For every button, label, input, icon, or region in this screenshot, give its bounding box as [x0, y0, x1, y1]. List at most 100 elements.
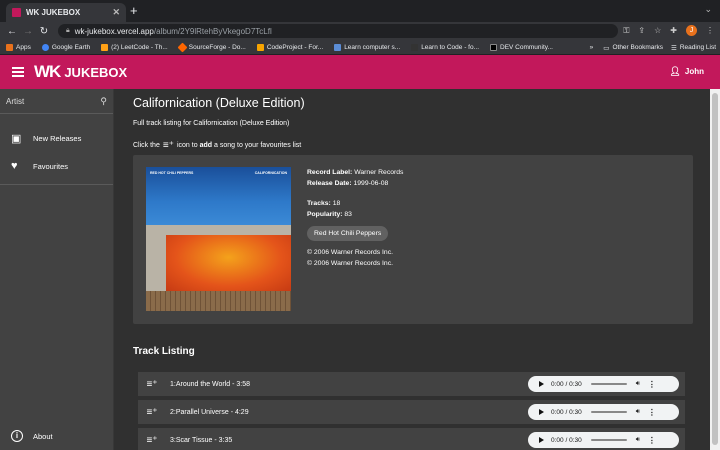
user-icon: 👤︎: [669, 66, 681, 76]
page-scrollbar[interactable]: [710, 89, 720, 450]
album-card: RED HOT CHILI PEPPERS CALIFORNICATION Re…: [133, 155, 693, 324]
bookmark-label: DEV Community...: [500, 43, 553, 51]
volume-icon[interactable]: 🔊︎: [636, 436, 640, 444]
release-date-key: Release Date:: [307, 180, 352, 187]
url-host: wk-jukebox.vercel.app: [74, 26, 154, 36]
app-bar: WK JUKEBOX 👤︎ John: [0, 55, 720, 89]
bookmark-star-icon[interactable]: ☆: [654, 26, 661, 35]
audio-player[interactable]: 0:00 / 0:30 🔊︎ ⋮: [528, 376, 679, 392]
record-label-value: Warner Records: [354, 169, 404, 176]
sidebar-item-favourites[interactable]: ♥ Favourites: [0, 152, 113, 180]
bookmarks-bar: Apps Google Earth (2) LeetCode - Th... S…: [0, 40, 720, 55]
new-tab-button[interactable]: +: [130, 3, 138, 18]
copyright-line: © 2006 Warner Records Inc.: [307, 260, 393, 267]
more-options-icon[interactable]: ⋮: [648, 380, 656, 389]
bookmark-label: Google Earth: [51, 43, 91, 51]
sidebar-item-label: About: [33, 431, 53, 441]
reading-list[interactable]: Reading List: [680, 44, 716, 51]
page-title: Californication (Deluxe Edition): [133, 96, 305, 110]
bookmark-label: Learn to Code - fo...: [421, 43, 479, 51]
artist-search[interactable]: Artist ⚲: [0, 89, 113, 114]
bookmark-dev[interactable]: DEV Community...: [490, 43, 553, 51]
bookmark-learn-cs[interactable]: Learn computer s...: [334, 43, 400, 51]
menu-icon[interactable]: [12, 65, 24, 79]
artist-search-label: Artist: [6, 96, 25, 106]
bookmark-leetcode[interactable]: (2) LeetCode - Th...: [101, 43, 168, 51]
sidebar-item-label: Favourites: [33, 161, 69, 171]
volume-icon[interactable]: 🔊︎: [636, 380, 640, 388]
cover-band-text: RED HOT CHILI PEPPERS: [150, 171, 194, 175]
track-name: 3:Scar Tissue - 3:35: [170, 436, 233, 444]
bookmark-sourceforge[interactable]: SourceForge - Do...: [177, 42, 246, 52]
search-icon[interactable]: ⚲: [100, 96, 107, 107]
other-bookmarks[interactable]: Other Bookmarks: [612, 44, 663, 51]
grid-icon: [334, 43, 342, 51]
track-listing-heading: Track Listing: [133, 346, 195, 357]
popularity-value: 83: [344, 211, 352, 218]
sidebar-divider: [0, 184, 113, 185]
address-bar[interactable]: 🔒︎ wk-jukebox.vercel.app /album/2Y9lRteh…: [58, 24, 618, 38]
playlist-add-icon[interactable]: ≡⁺: [140, 407, 164, 418]
play-icon[interactable]: [539, 437, 544, 443]
bookmark-label: CodeProject - For...: [266, 43, 324, 51]
leetcode-icon: [101, 43, 109, 51]
page-subtitle: Full track listing for Californication (…: [133, 120, 290, 127]
browser-tab-bar: WK JUKEBOX ✕ + ⌄: [0, 0, 720, 22]
hint-text: icon to: [176, 142, 198, 149]
hint-text: a song to your favourites list: [214, 142, 302, 149]
heart-icon: ♥: [11, 160, 18, 172]
track-row: ≡⁺ 3:Scar Tissue - 3:35 0:00 / 0:30 🔊︎ ⋮: [138, 428, 685, 450]
forward-icon[interactable]: →: [20, 26, 36, 37]
share-icon[interactable]: ⇪: [638, 26, 645, 35]
playlist-add-icon: ≡⁺: [162, 140, 174, 151]
close-tab-icon[interactable]: ✕: [112, 7, 120, 18]
key-icon[interactable]: ⚿: [623, 26, 629, 36]
bookmarks-more-button[interactable]: »: [590, 44, 594, 51]
sourceforge-icon: [177, 42, 188, 52]
sidebar-item-new-releases[interactable]: ▣ New Releases: [0, 124, 113, 152]
tab-search-icon[interactable]: ⌄: [704, 4, 712, 15]
audio-progress-slider[interactable]: [590, 439, 627, 441]
tracks-value: 18: [332, 200, 341, 207]
audio-player[interactable]: 0:00 / 0:30 🔊︎ ⋮: [528, 404, 679, 420]
volume-icon[interactable]: 🔊︎: [636, 408, 640, 416]
extensions-icon[interactable]: ✚: [670, 26, 677, 35]
menu-kebab-icon[interactable]: ⋮: [706, 26, 714, 35]
scrollbar-thumb[interactable]: [712, 93, 718, 445]
audio-time: 0:00 / 0:30: [551, 408, 582, 416]
play-icon[interactable]: [539, 409, 544, 415]
hint-text: Click the: [133, 142, 160, 149]
dev-icon: [490, 43, 497, 51]
cover-title-text: CALIFORNICATION: [254, 171, 287, 175]
bookmark-freecodecamp[interactable]: Learn to Code - fo...: [411, 43, 479, 51]
sidebar: Artist ⚲ ▣ New Releases ♥ Favourites i A…: [0, 89, 114, 450]
user-menu[interactable]: 👤︎ John: [669, 66, 704, 77]
play-icon[interactable]: [539, 381, 544, 387]
playlist-add-icon[interactable]: ≡⁺: [140, 435, 164, 446]
back-icon[interactable]: ←: [4, 26, 20, 37]
user-name: John: [684, 67, 704, 76]
reload-icon[interactable]: ↻: [36, 26, 52, 37]
track-name: 2:Parallel Universe - 4:29: [170, 408, 249, 416]
bookmark-codeproject[interactable]: CodeProject - For...: [256, 43, 324, 51]
bookmark-apps[interactable]: Apps: [6, 43, 31, 51]
sidebar-item-about[interactable]: i About: [0, 422, 114, 450]
url-path: /album/2Y9lRtehByVkegoD7TcLfl: [153, 26, 272, 36]
more-options-icon[interactable]: ⋮: [648, 408, 656, 417]
track-name: 1:Around the World - 3:58: [170, 380, 251, 388]
reading-list-icon: ☰: [671, 44, 677, 52]
bookmark-google-earth[interactable]: Google Earth: [41, 43, 91, 51]
audio-player[interactable]: 0:00 / 0:30 🔊︎ ⋮: [528, 432, 679, 448]
artist-chip[interactable]: Red Hot Chili Peppers: [307, 226, 389, 241]
profile-avatar[interactable]: J: [686, 25, 697, 36]
browser-tab[interactable]: WK JUKEBOX ✕: [6, 3, 126, 22]
audio-progress-slider[interactable]: [590, 383, 627, 385]
apps-grid-icon: [6, 43, 13, 51]
more-options-icon[interactable]: ⋮: [648, 436, 656, 445]
audio-time: 0:00 / 0:30: [551, 380, 582, 388]
library-music-icon: ▣: [11, 132, 22, 145]
audio-progress-slider[interactable]: [590, 411, 627, 413]
playlist-add-icon[interactable]: ≡⁺: [140, 379, 164, 390]
favicon-icon: [12, 8, 21, 17]
bookmark-label: SourceForge - Do...: [188, 43, 246, 51]
